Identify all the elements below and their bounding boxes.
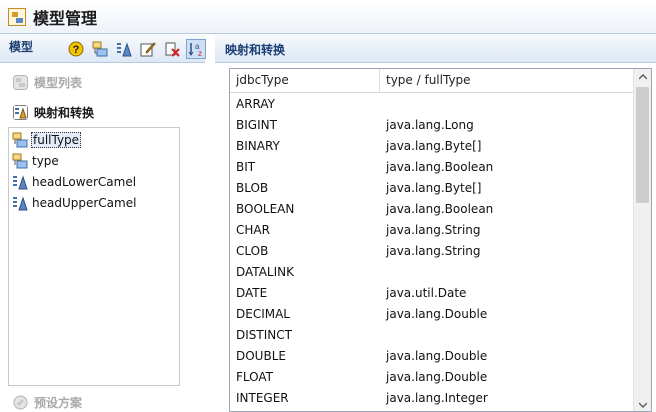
section-mapping[interactable]: 映射和转换 bbox=[0, 101, 205, 123]
cell-type: java.lang.Boolean bbox=[386, 160, 494, 174]
cell-jdbctype: CLOB bbox=[236, 244, 269, 258]
right-panel: 映射和转换 jdbcType type / fullType ARRAY BIGI… bbox=[215, 35, 656, 412]
model-manager-icon bbox=[8, 7, 26, 26]
cell-type: java.util.Date bbox=[386, 286, 467, 300]
cell-type: java.lang.Byte[] bbox=[386, 181, 482, 195]
scroll-down-button[interactable] bbox=[634, 397, 651, 411]
cell-type: java.lang.Byte[] bbox=[386, 139, 482, 153]
sort-az-button[interactable]: az bbox=[186, 39, 206, 59]
tree-item-label: fullType bbox=[31, 132, 82, 148]
tree-item-label: headLowerCamel bbox=[32, 175, 137, 189]
cell-type: java.lang.Boolean bbox=[386, 202, 494, 216]
cell-jdbctype: DECIMAL bbox=[236, 307, 290, 321]
cell-jdbctype: BOOLEAN bbox=[236, 202, 295, 216]
mapping-type-icon bbox=[12, 132, 28, 148]
left-panel-header: 模型 ? az bbox=[0, 35, 206, 63]
cell-type: java.lang.Integer bbox=[386, 391, 488, 405]
section-mapping-label: 映射和转换 bbox=[34, 105, 95, 120]
section-preset[interactable]: 预设方案 bbox=[0, 392, 205, 412]
column-header-type[interactable]: type / fullType bbox=[386, 73, 471, 87]
cell-type: java.lang.Long bbox=[386, 118, 474, 132]
cell-jdbctype: DATE bbox=[236, 286, 268, 300]
cell-jdbctype: INTEGER bbox=[236, 391, 289, 405]
section-model-list-label: 模型列表 bbox=[34, 75, 83, 90]
tree-item-headlowercamel[interactable]: headLowerCamel bbox=[12, 172, 137, 192]
right-panel-title: 映射和转换 bbox=[225, 43, 286, 57]
right-panel-header: 映射和转换 bbox=[215, 35, 656, 63]
mapping-tree: fullType type headLowerCamel headUpperCa… bbox=[8, 127, 180, 386]
table-row[interactable]: DECIMAL java.lang.Double bbox=[230, 304, 634, 325]
table-row[interactable]: CLOB java.lang.String bbox=[230, 241, 634, 262]
model-list-section-icon bbox=[13, 74, 28, 90]
table-row[interactable]: BLOB java.lang.Byte[] bbox=[230, 178, 634, 199]
left-panel-title: 模型 bbox=[9, 40, 34, 54]
mapping-section-icon bbox=[13, 104, 28, 120]
field-mapping-button[interactable] bbox=[114, 39, 134, 59]
table-row[interactable]: BINARY java.lang.Byte[] bbox=[230, 136, 634, 157]
chevron-down-icon bbox=[639, 402, 647, 408]
cell-type: java.lang.Double bbox=[386, 307, 488, 321]
field-mapping-icon bbox=[117, 42, 132, 57]
cell-jdbctype: BIGINT bbox=[236, 118, 277, 132]
model-list-icon bbox=[92, 41, 108, 57]
edit-button[interactable] bbox=[138, 39, 158, 59]
table-row[interactable]: BOOLEAN java.lang.Boolean bbox=[230, 199, 634, 220]
cell-type: java.lang.String bbox=[386, 223, 481, 237]
mapping-type-icon bbox=[12, 153, 28, 169]
column-header-jdbctype[interactable]: jdbcType bbox=[236, 73, 289, 87]
delete-button[interactable] bbox=[162, 39, 182, 59]
help-icon: ? bbox=[68, 41, 84, 57]
table-row[interactable]: DATE java.util.Date bbox=[230, 283, 634, 304]
svg-text:z: z bbox=[198, 49, 202, 57]
scroll-thumb[interactable] bbox=[636, 87, 649, 203]
cell-jdbctype: DATALINK bbox=[236, 265, 294, 279]
table-row[interactable]: BIT java.lang.Boolean bbox=[230, 157, 634, 178]
delete-icon bbox=[165, 42, 180, 57]
edit-icon bbox=[140, 42, 156, 57]
section-preset-label: 预设方案 bbox=[34, 395, 83, 410]
tree-item-type[interactable]: type bbox=[12, 151, 60, 171]
cell-jdbctype: BLOB bbox=[236, 181, 269, 195]
mapping-table: jdbcType type / fullType ARRAY BIGINT java… bbox=[229, 68, 652, 412]
sort-az-icon: az bbox=[188, 42, 202, 57]
transform-icon bbox=[13, 196, 28, 211]
table-row[interactable]: DISTINCT bbox=[230, 325, 634, 346]
table-row[interactable]: BIGINT java.lang.Long bbox=[230, 115, 634, 136]
cell-type: java.lang.Double bbox=[386, 349, 488, 363]
cell-jdbctype: BINARY bbox=[236, 139, 280, 153]
cell-jdbctype: BIT bbox=[236, 160, 256, 174]
svg-text:?: ? bbox=[73, 44, 80, 56]
left-panel: 模型 ? az 模型列表 映射和转换 fullType type headLow… bbox=[0, 35, 206, 412]
table-row[interactable]: INTEGER java.lang.Integer bbox=[230, 388, 634, 409]
tree-item-headuppercamel[interactable]: headUpperCamel bbox=[12, 193, 137, 213]
cell-jdbctype: ARRAY bbox=[236, 97, 276, 111]
table-row[interactable]: ARRAY bbox=[230, 94, 634, 115]
scroll-up-button[interactable] bbox=[634, 69, 651, 85]
cell-jdbctype: DISTINCT bbox=[236, 328, 292, 342]
table-row[interactable]: DOUBLE java.lang.Double bbox=[230, 346, 634, 367]
cell-jdbctype: CHAR bbox=[236, 223, 270, 237]
tree-item-fulltype[interactable]: fullType bbox=[12, 130, 82, 150]
window-title: 模型管理 bbox=[33, 8, 98, 28]
cell-jdbctype: FLOAT bbox=[236, 370, 274, 384]
chevron-up-icon bbox=[639, 74, 647, 80]
preset-section-icon bbox=[13, 395, 28, 409]
table-header: jdbcType type / fullType bbox=[230, 69, 634, 93]
tree-item-label: type bbox=[32, 154, 59, 168]
section-model-list[interactable]: 模型列表 bbox=[0, 71, 205, 93]
cell-type: java.lang.String bbox=[386, 244, 481, 258]
cell-type: java.lang.Double bbox=[386, 370, 488, 384]
transform-icon bbox=[13, 175, 28, 190]
model-toolbar: ? az bbox=[66, 39, 206, 59]
table-row[interactable]: CHAR java.lang.String bbox=[230, 220, 634, 241]
table-row[interactable]: DATALINK bbox=[230, 262, 634, 283]
help-button[interactable]: ? bbox=[66, 39, 86, 59]
column-divider[interactable] bbox=[379, 69, 380, 93]
tree-item-label: headUpperCamel bbox=[32, 196, 137, 210]
cell-jdbctype: DOUBLE bbox=[236, 349, 286, 363]
table-row[interactable]: FLOAT java.lang.Double bbox=[230, 367, 634, 388]
vertical-scrollbar[interactable] bbox=[633, 69, 651, 411]
title-bar: 模型管理 bbox=[0, 0, 656, 34]
model-list-button[interactable] bbox=[90, 39, 110, 59]
